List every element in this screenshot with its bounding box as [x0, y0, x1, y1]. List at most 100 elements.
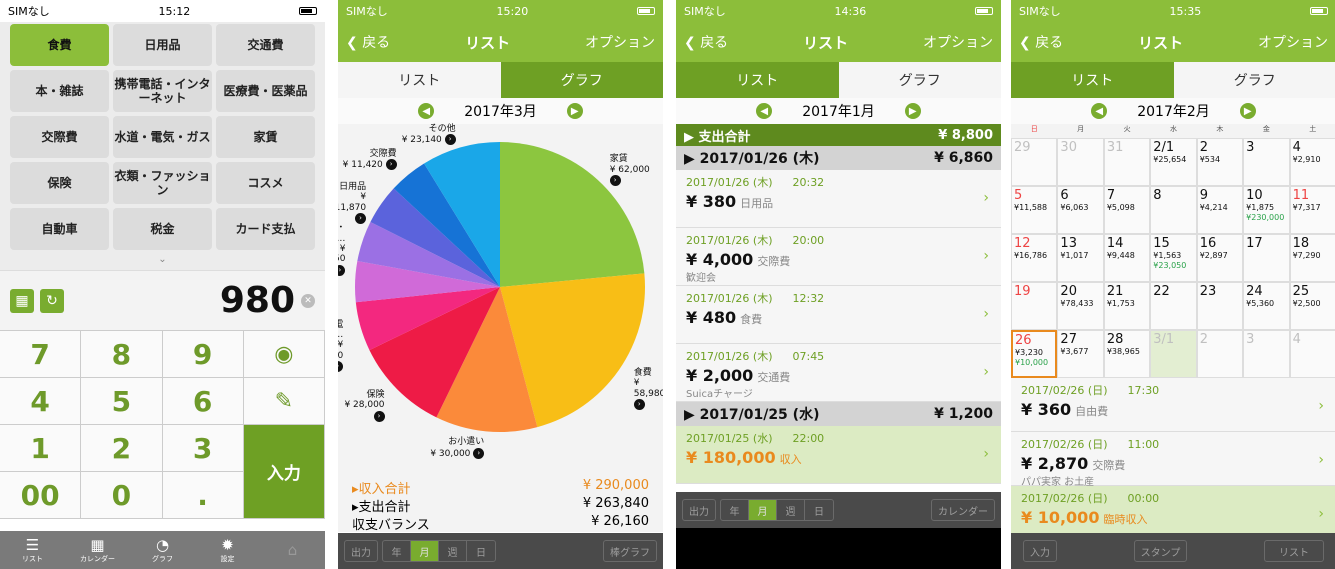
calculator-icon[interactable]: ▦	[10, 288, 34, 313]
total-row[interactable]: ▸収入合計 ¥ 290,000	[352, 478, 649, 497]
calendar-day[interactable]: 3	[1243, 138, 1290, 186]
calendar-day[interactable]: 16 ¥2,897	[1196, 234, 1244, 282]
calendar-day[interactable]: 10 ¥1,875 ¥230,000	[1243, 186, 1290, 234]
calendar-day[interactable]: 26 ¥3,230 ¥10,000	[1011, 330, 1058, 378]
calendar-day[interactable]: 12 ¥16,786	[1011, 234, 1058, 282]
key-button[interactable]: 8	[81, 331, 163, 378]
period-3[interactable]: 日	[467, 541, 495, 561]
back-button[interactable]: ❮ 戻る	[346, 32, 390, 52]
calendar-day[interactable]: 29	[1011, 138, 1058, 186]
calendar-day[interactable]: 4	[1289, 330, 1335, 378]
day-header[interactable]: ▶ 2017/01/26 (木) ¥ 6,860	[676, 146, 1001, 170]
category-button[interactable]: コスメ	[216, 162, 315, 204]
chevron-right-icon[interactable]: ›	[338, 264, 346, 276]
tab-item[interactable]: ☰ リスト	[0, 531, 65, 569]
slice-label[interactable]: 食費 ¥ 58,980 ›	[633, 368, 663, 411]
input-button[interactable]: 入力	[1023, 540, 1057, 562]
refresh-icon[interactable]: ↻	[40, 288, 64, 313]
calendar-day[interactable]: 17	[1243, 234, 1290, 282]
clear-icon[interactable]: ✕	[301, 293, 315, 308]
key-button[interactable]: 9	[162, 331, 244, 378]
period-1[interactable]: 月	[411, 541, 439, 561]
list-item[interactable]: 2017/02/26 (日) 17:30 ¥ 360 自由費 ›	[1011, 378, 1335, 432]
calendar-day[interactable]: 3/1	[1150, 330, 1197, 378]
calendar-day[interactable]: 9 ¥4,214	[1196, 186, 1244, 234]
back-button[interactable]: ❮ 戻る	[1019, 32, 1063, 52]
calendar-day[interactable]: 5 ¥11,588	[1011, 186, 1058, 234]
period-0[interactable]: 年	[383, 541, 411, 561]
calendar-day[interactable]: 23	[1196, 282, 1244, 330]
calendar-day[interactable]: 30	[1057, 138, 1104, 186]
tab-list[interactable]: リスト	[676, 62, 839, 98]
bar-chart-button[interactable]: 棒グラフ	[603, 540, 657, 562]
chevron-right-icon[interactable]: ›	[444, 134, 456, 146]
tab-item[interactable]: ▦ カレンダー	[65, 531, 130, 569]
chevron-right-icon[interactable]: ›	[355, 213, 367, 225]
key-button[interactable]: 1	[0, 425, 82, 472]
calendar-day[interactable]: 24 ¥5,360	[1243, 282, 1290, 330]
calendar-day[interactable]: 31	[1103, 138, 1151, 186]
list-button[interactable]: リスト	[1263, 540, 1324, 562]
next-month-icon[interactable]: ▶	[1239, 103, 1256, 119]
calendar-day[interactable]: 14 ¥9,448	[1103, 234, 1151, 282]
calendar-day[interactable]: 4 ¥2,910	[1289, 138, 1335, 186]
list-item[interactable]: 2017/01/26 (木) 20:32 ¥ 380 日用品 ›	[676, 170, 1001, 228]
collapse-handle[interactable]: ⌄	[0, 254, 325, 270]
category-button[interactable]: 交通費	[216, 24, 315, 66]
calendar-day[interactable]: 28 ¥38,965	[1103, 330, 1151, 378]
calendar-button[interactable]: カレンダー	[931, 499, 995, 521]
calendar-day[interactable]: 13 ¥1,017	[1057, 234, 1104, 282]
option-button[interactable]: オプション	[585, 32, 655, 52]
tab-item[interactable]: ⌂	[260, 531, 325, 569]
calendar-day[interactable]: 15 ¥1,563 ¥23,050	[1150, 234, 1197, 282]
category-button[interactable]: 交際費	[10, 116, 109, 158]
tab-item[interactable]: ◔ グラフ	[130, 531, 195, 569]
expense-total-row[interactable]: ▶ 支出合計 ¥ 8,800	[676, 124, 1001, 146]
chevron-right-icon[interactable]: ›	[473, 447, 485, 459]
list-item[interactable]: 2017/02/26 (日) 00:00 ¥ 10,000 臨時収入 ›	[1011, 486, 1335, 540]
key-button[interactable]: 00	[0, 472, 82, 519]
category-button[interactable]: 自動車	[10, 208, 109, 250]
key-button[interactable]: 2	[81, 425, 163, 472]
slice-label[interactable]: 保険 ¥ 28,000 ›	[338, 390, 385, 422]
tab-graph[interactable]: グラフ	[838, 62, 1001, 98]
category-button[interactable]: 食費	[10, 24, 109, 66]
period-2[interactable]: 週	[777, 500, 805, 520]
calendar-day[interactable]: 18 ¥7,290	[1289, 234, 1335, 282]
chevron-right-icon[interactable]: ›	[373, 410, 385, 422]
slice-label[interactable]: 交際費 ¥ 11,420 ›	[343, 149, 397, 171]
slice-label[interactable]: 日用品¥ 11,870 ›	[338, 182, 367, 225]
period-3[interactable]: 日	[805, 500, 833, 520]
chevron-right-icon[interactable]: ›	[633, 399, 645, 411]
day-header[interactable]: ▶ 2017/01/25 (水) ¥ 1,200	[676, 402, 1001, 426]
key-button[interactable]: 0	[81, 472, 163, 519]
list-item[interactable]: 2017/02/26 (日) 11:00 ¥ 2,870 交際費 パパ実家 お土産 ›	[1011, 432, 1335, 488]
calendar-day[interactable]: 27 ¥3,677	[1057, 330, 1104, 378]
period-2[interactable]: 週	[439, 541, 467, 561]
tab-list[interactable]: リスト	[1011, 62, 1174, 98]
prev-month-icon[interactable]: ◀	[418, 103, 435, 119]
key-button[interactable]: 6	[162, 378, 244, 425]
tab-graph[interactable]: グラフ	[1173, 62, 1335, 98]
key-memo[interactable]: ✎	[243, 378, 325, 425]
next-month-icon[interactable]: ▶	[566, 103, 583, 119]
category-button[interactable]: 携帯電話・インターネット	[113, 70, 212, 112]
calendar-day[interactable]: 11 ¥7,317	[1289, 186, 1335, 234]
list-item[interactable]: 2017/01/26 (木) 12:32 ¥ 480 食費 ›	[676, 286, 1001, 344]
category-button[interactable]: 水道・電気・ガス	[113, 116, 212, 158]
calendar-day[interactable]: 21 ¥1,753	[1103, 282, 1151, 330]
calendar-day[interactable]: 25 ¥2,500	[1289, 282, 1335, 330]
category-button[interactable]: 家賃	[216, 116, 315, 158]
key-button[interactable]: .	[162, 472, 244, 519]
calendar-day[interactable]: 6 ¥6,063	[1057, 186, 1104, 234]
calendar-day[interactable]: 2/1 ¥25,654	[1150, 138, 1197, 186]
category-button[interactable]: 本・雑誌	[10, 70, 109, 112]
calendar-day[interactable]: 19	[1011, 282, 1058, 330]
category-button[interactable]: カード支払	[216, 208, 315, 250]
list-item[interactable]: 2017/01/26 (木) 20:00 ¥ 4,000 交際費 歓迎会 ›	[676, 228, 1001, 286]
calendar-day[interactable]: 22	[1150, 282, 1197, 330]
chevron-right-icon[interactable]: ›	[385, 159, 397, 171]
period-1[interactable]: 月	[749, 500, 777, 520]
key-button[interactable]: 4	[0, 378, 82, 425]
category-button[interactable]: 税金	[113, 208, 212, 250]
